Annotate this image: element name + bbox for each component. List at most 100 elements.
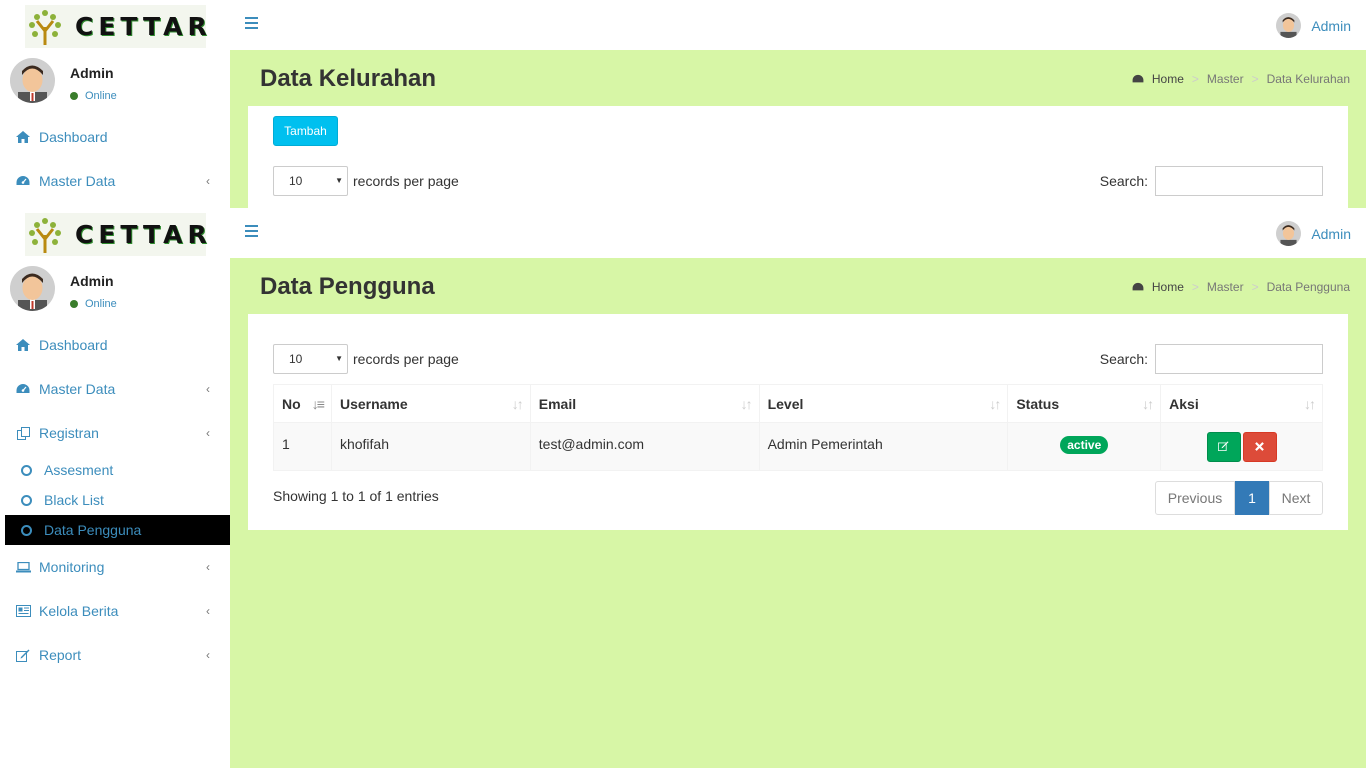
breadcrumb-home[interactable]: Home bbox=[1132, 72, 1184, 86]
dashboard-icon bbox=[1132, 74, 1144, 83]
user-panel: Admin Online bbox=[10, 266, 117, 311]
user-menu[interactable]: Admin bbox=[1276, 13, 1351, 38]
search-input[interactable] bbox=[1155, 166, 1323, 196]
records-per-page-select[interactable]: 10 ▼ bbox=[273, 166, 348, 196]
column-header-label: No bbox=[282, 395, 301, 412]
sidebar-item-label: Dashboard bbox=[39, 337, 108, 353]
column-header-label: Status bbox=[1016, 395, 1060, 412]
user-status-text: Online bbox=[85, 298, 117, 310]
chevron-left-icon: ‹ bbox=[206, 174, 210, 188]
user-status-text: Online bbox=[85, 90, 117, 102]
user-menu[interactable]: Admin bbox=[1276, 221, 1351, 246]
sidebar-item-dashboard[interactable]: Dashboard bbox=[0, 115, 230, 159]
user-status: Online bbox=[70, 298, 117, 310]
column-header-label: Username bbox=[339, 395, 408, 412]
next-page-button[interactable]: Next bbox=[1269, 481, 1323, 515]
column-header-username[interactable]: Username ↓↑ bbox=[330, 384, 531, 423]
user-menu-name: Admin bbox=[1311, 17, 1351, 34]
breadcrumb-home[interactable]: Home bbox=[1132, 280, 1184, 294]
records-per-page: 10 ▼ records per page bbox=[273, 166, 459, 196]
search-label: Search: bbox=[1099, 351, 1148, 367]
breadcrumb-separator: > bbox=[1191, 72, 1199, 86]
cell-level: Admin Pemerintah bbox=[758, 422, 1009, 471]
menu-toggle-icon[interactable] bbox=[245, 17, 258, 30]
brand-logo[interactable]: CETTAR bbox=[25, 5, 207, 48]
dashboard-icon bbox=[15, 383, 31, 395]
column-header-email[interactable]: Email ↓↑ bbox=[529, 384, 760, 423]
sidebar-subitem-data-pengguna[interactable]: Data Pengguna bbox=[5, 515, 230, 545]
laptop-icon bbox=[15, 561, 31, 573]
top-page-frame: CETTAR Admin Online Dashboard Master Dat… bbox=[0, 0, 1366, 208]
cell-username: khofifah bbox=[330, 422, 531, 471]
online-dot-icon bbox=[70, 92, 78, 100]
breadcrumb-master[interactable]: Master bbox=[1207, 280, 1244, 294]
page-title: Data Pengguna bbox=[260, 273, 435, 300]
search-label: Search: bbox=[1099, 173, 1148, 189]
add-button[interactable]: Tambah bbox=[273, 116, 338, 146]
sidebar-item-master-data[interactable]: Master Data ‹ bbox=[0, 367, 230, 411]
users-table: No ↓≡ Username ↓↑ Email ↓↑ Level ↓↑ Status ↓↑… bbox=[273, 384, 1323, 471]
column-header-no[interactable]: No ↓≡ bbox=[273, 384, 332, 423]
column-header-status[interactable]: Status ↓↑ bbox=[1007, 384, 1162, 423]
sidebar-subitem-label: Assesment bbox=[44, 462, 114, 478]
tree-logo-icon bbox=[25, 213, 65, 256]
sort-icon: ↓↑ bbox=[1304, 396, 1316, 412]
sidebar-subitem-label: Black List bbox=[44, 492, 104, 508]
dashboard-icon bbox=[15, 175, 31, 187]
breadcrumb-current: Data Kelurahan bbox=[1266, 72, 1350, 86]
user-menu-name: Admin bbox=[1311, 225, 1351, 242]
sidebar-subitem-assesment[interactable]: Assesment bbox=[5, 455, 230, 485]
content-wrapper: Data Kelurahan Home > Master > Data Kelu… bbox=[230, 50, 1366, 208]
edit-icon bbox=[1218, 441, 1229, 451]
breadcrumb-separator: > bbox=[1191, 280, 1199, 294]
sidebar-item-registran[interactable]: Registran ‹ bbox=[0, 411, 230, 455]
sidebar-item-label: Registran bbox=[39, 425, 99, 441]
sort-icon: ↓↑ bbox=[1142, 396, 1154, 412]
delete-button[interactable] bbox=[1242, 432, 1277, 462]
sidebar-item-monitoring[interactable]: Monitoring ‹ bbox=[0, 545, 230, 589]
search-input[interactable] bbox=[1155, 344, 1323, 374]
breadcrumb-current: Data Pengguna bbox=[1266, 280, 1350, 294]
avatar-small bbox=[1276, 13, 1302, 38]
chevron-left-icon: ‹ bbox=[206, 382, 210, 396]
copy-icon bbox=[15, 426, 31, 440]
breadcrumb-separator: > bbox=[1251, 72, 1259, 86]
sidebar-subitem-black-list[interactable]: Black List bbox=[5, 485, 230, 515]
brand-logo[interactable]: CETTAR bbox=[25, 213, 207, 256]
user-name: Admin bbox=[70, 65, 114, 81]
breadcrumb-separator: > bbox=[1251, 280, 1259, 294]
status-badge: active bbox=[1060, 436, 1109, 454]
user-status: Online bbox=[70, 90, 117, 102]
circle-icon bbox=[21, 494, 32, 506]
content-wrapper: Data Pengguna Home > Master > Data Pengg… bbox=[230, 258, 1366, 768]
cell-actions bbox=[1160, 422, 1323, 471]
menu-toggle-icon[interactable] bbox=[245, 225, 258, 238]
records-per-page-value: 10 bbox=[289, 174, 303, 188]
sidebar-item-kelola-berita[interactable]: Kelola Berita ‹ bbox=[0, 589, 230, 633]
sidebar-item-label: Dashboard bbox=[39, 129, 108, 145]
records-per-page-select[interactable]: 10 ▼ bbox=[273, 344, 348, 374]
breadcrumb-master[interactable]: Master bbox=[1207, 72, 1244, 86]
records-per-page-label: records per page bbox=[353, 351, 459, 367]
edit-button[interactable] bbox=[1206, 432, 1241, 462]
page-1-button[interactable]: 1 bbox=[1235, 481, 1269, 515]
previous-page-button[interactable]: Previous bbox=[1155, 481, 1235, 515]
brand-name: CETTAR bbox=[75, 12, 212, 41]
sidebar-item-master-data[interactable]: Master Data ‹ bbox=[0, 159, 230, 203]
sidebar-item-dashboard[interactable]: Dashboard bbox=[0, 323, 230, 367]
breadcrumb-home-label: Home bbox=[1151, 280, 1184, 294]
caret-down-icon: ▼ bbox=[335, 354, 343, 363]
page-title: Data Kelurahan bbox=[260, 65, 437, 92]
dashboard-icon bbox=[1132, 282, 1144, 291]
column-header-aksi[interactable]: Aksi ↓↑ bbox=[1160, 384, 1323, 423]
records-per-page-label: records per page bbox=[353, 173, 459, 189]
sidebar-item-label: Master Data bbox=[39, 381, 116, 397]
sidebar-item-report[interactable]: Report ‹ bbox=[0, 633, 230, 677]
tree-logo-icon bbox=[25, 5, 65, 48]
column-header-level[interactable]: Level ↓↑ bbox=[758, 384, 1009, 423]
top-navbar: Admin bbox=[230, 208, 1366, 258]
sidebar-subitem-label: Data Pengguna bbox=[44, 522, 142, 538]
sidebar-item-label: Report bbox=[39, 647, 82, 663]
records-per-page: 10 ▼ records per page bbox=[273, 344, 459, 374]
chevron-left-icon: ‹ bbox=[206, 426, 210, 440]
